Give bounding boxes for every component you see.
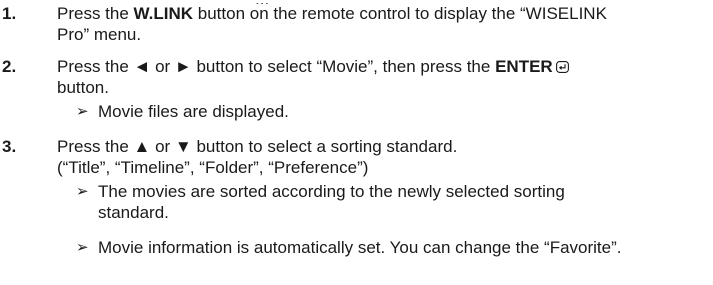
text-run: Press the xyxy=(57,4,134,23)
text-run: button on the remote control to display … xyxy=(193,4,607,23)
arrow-bullet-icon: ➢ xyxy=(76,239,89,256)
wlink-button-name: W.LINK xyxy=(133,4,194,23)
step-instruction: Press the W.LINK button on the remote co… xyxy=(57,3,707,45)
text-run: Press the ◄ or ► button to select “Movie… xyxy=(57,57,496,76)
step-line-2: Pro” menu. xyxy=(57,25,142,44)
note-text: The movies are sorted according to the n… xyxy=(98,181,708,223)
arrow-bullet-icon: ➢ xyxy=(76,183,89,200)
arrow-bullet-icon: ➢ xyxy=(76,103,89,120)
step-line-1: Press the ▲ or ▼ button to select a sort… xyxy=(57,137,458,156)
note-line-2: standard. xyxy=(98,203,169,222)
enter-icon xyxy=(555,61,569,73)
step-number: 3. xyxy=(2,137,17,156)
manual-page: ... 1. Press the W.LINK button on the re… xyxy=(0,0,713,285)
note-line-1: The movies are sorted according to the n… xyxy=(98,182,565,201)
enter-button-name: ENTER xyxy=(495,57,553,76)
step-number: 1. xyxy=(2,4,17,23)
step-instruction: Press the ▲ or ▼ button to select a sort… xyxy=(57,136,707,178)
step-line-1: Press the W.LINK button on the remote co… xyxy=(57,3,707,24)
step-line-2: button. xyxy=(57,78,109,97)
step-number: 2. xyxy=(2,57,17,76)
step-instruction: Press the ◄ or ► button to select “Movie… xyxy=(57,56,707,98)
step-line-1: Press the ◄ or ► button to select “Movie… xyxy=(57,56,707,77)
note-text: Movie files are displayed. xyxy=(98,102,289,121)
note-text: Movie information is automatically set. … xyxy=(98,238,622,257)
step-line-2: (“Title”, “Timeline”, “Folder”, “Prefere… xyxy=(57,158,369,177)
